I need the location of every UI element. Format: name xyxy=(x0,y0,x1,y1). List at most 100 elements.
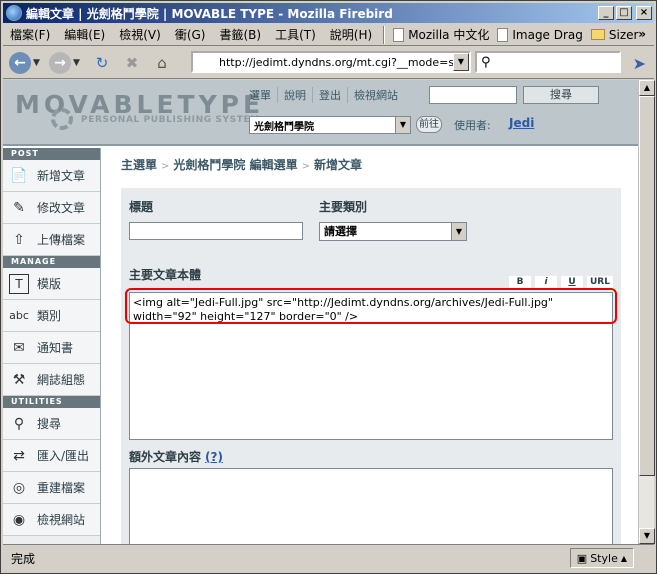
menu-go[interactable]: 衝(G) xyxy=(168,26,213,43)
scroll-down-icon[interactable]: ▼ xyxy=(639,528,655,544)
link-menu[interactable]: 選單 xyxy=(243,87,277,103)
highlight-annotation xyxy=(125,288,617,324)
url-button[interactable]: URL xyxy=(587,276,613,288)
extended-label: 額外文章內容 (?) xyxy=(129,450,223,464)
chevron-up-icon: ▲ xyxy=(620,553,627,563)
back-icon[interactable]: ← xyxy=(9,51,31,74)
sidebar-item-rebuild[interactable]: ◎ 重建檔案 xyxy=(3,472,100,504)
sidebar-item-weblog-config[interactable]: ⚒ 網誌組態 xyxy=(3,364,100,396)
title-label: 標題 xyxy=(129,200,154,214)
blog-select[interactable]: 光劍格鬥學院 ▼ xyxy=(249,116,411,134)
edit-icon: ✎ xyxy=(13,199,25,216)
menu-view[interactable]: 檢視(V) xyxy=(112,26,168,43)
bold-button[interactable]: B xyxy=(509,276,531,288)
status-bar: 完成 ▣ Style ▲ xyxy=(3,544,654,571)
go-button[interactable]: 前往 xyxy=(416,116,442,133)
navigation-toolbar: ← ▼ → ▼ ↻ ✖ ⌂ ▼ ⚲ ➤ xyxy=(3,47,654,79)
title-input[interactable] xyxy=(129,222,303,240)
page-icon xyxy=(497,27,509,42)
sidebar-item-notifications[interactable]: ✉ 通知書 xyxy=(3,332,100,364)
title-bar: 編輯文章 | 光劍格鬥學院 | MOVABLE TYPE - Mozilla F… xyxy=(3,3,654,23)
menu-bookmarks[interactable]: 書籤(B) xyxy=(212,26,268,43)
extended-textarea[interactable] xyxy=(129,468,613,544)
sidebar-section-utilities: UTILITIES xyxy=(3,396,100,408)
minimize-button[interactable]: _ xyxy=(598,6,614,20)
url-bar: ▼ xyxy=(191,51,471,73)
style-switcher[interactable]: ▣ Style ▲ xyxy=(569,548,634,568)
back-dropdown-icon[interactable]: ▼ xyxy=(33,58,43,68)
breadcrumb-current: 新增文章 xyxy=(313,158,362,172)
mail-icon: ✉ xyxy=(13,339,25,356)
category-select[interactable]: 請選擇 ▼ xyxy=(319,222,467,241)
maximize-button[interactable]: □ xyxy=(616,6,632,20)
menu-tools[interactable]: 工具(T) xyxy=(268,26,323,43)
bookmark-mozilla-zh[interactable]: Mozilla 中文化 xyxy=(389,26,493,43)
firebird-icon xyxy=(6,5,22,21)
style-icon: ▣ xyxy=(576,551,588,565)
window-title: 編輯文章 | 光劍格鬥學院 | MOVABLE TYPE - Mozilla F… xyxy=(26,6,393,21)
chevron-down-icon: ▼ xyxy=(451,223,466,240)
user-label: 使用者: xyxy=(454,119,491,132)
extended-help-link[interactable]: (?) xyxy=(205,450,223,464)
forward-dropdown-icon[interactable]: ▼ xyxy=(73,58,83,68)
gear-icon xyxy=(51,108,73,130)
search-bar[interactable]: ⚲ xyxy=(475,51,621,73)
page-icon xyxy=(393,27,405,42)
menu-file[interactable]: 檔案(F) xyxy=(3,26,57,43)
sidebar-section-manage: MANAGE xyxy=(3,256,100,268)
search-go-icon[interactable]: ➤ xyxy=(633,54,646,73)
sidebar-section-post: POST xyxy=(3,148,100,160)
bookmark-image-drag[interactable]: Image Drag xyxy=(493,27,587,42)
import-export-icon: ⇄ xyxy=(13,447,25,464)
rebuild-icon: ◎ xyxy=(12,479,26,496)
link-view-site[interactable]: 檢視網站 xyxy=(347,87,404,103)
search-icon: ⚲ xyxy=(481,54,491,70)
mt-search-input[interactable] xyxy=(429,86,517,104)
link-help[interactable]: 說明 xyxy=(277,87,312,103)
chevron-down-icon: ▼ xyxy=(395,117,410,133)
home-icon[interactable]: ⌂ xyxy=(151,52,173,74)
breadcrumb-blog-menu[interactable]: 光劍格鬥學院 編輯選單 xyxy=(173,158,297,172)
sidebar-item-categories[interactable]: abc 類別 xyxy=(3,300,100,332)
italic-button[interactable]: i xyxy=(535,276,557,288)
scrollbar-thumb[interactable] xyxy=(639,96,655,476)
mt-search-button[interactable]: 搜尋 xyxy=(523,86,599,104)
resize-grip-icon[interactable] xyxy=(642,553,652,563)
scroll-up-icon[interactable]: ▲ xyxy=(639,80,655,96)
breadcrumb-separator: > xyxy=(161,161,170,172)
sidebar-item-import-export[interactable]: ⇄ 匯入/匯出 xyxy=(3,440,100,472)
tools-icon: ⚒ xyxy=(12,371,26,388)
mt-top-links: 選單 說明 登出 檢視網站 xyxy=(243,80,404,110)
upload-icon: ⇧ xyxy=(13,231,25,248)
sidebar-item-new-entry[interactable]: 📄 新增文章 xyxy=(3,160,100,192)
bookmark-sizer[interactable]: Sizer xyxy=(587,28,643,42)
breadcrumb-main-menu[interactable]: 主選單 xyxy=(121,158,157,172)
sidebar-item-upload-file[interactable]: ⇧ 上傳檔案 xyxy=(3,224,100,256)
sidebar-item-search[interactable]: ⚲ 搜尋 xyxy=(3,408,100,440)
stop-icon[interactable]: ✖ xyxy=(121,52,143,74)
menu-separator xyxy=(383,25,386,44)
url-input[interactable] xyxy=(193,53,453,71)
main-content: 主選單 > 光劍格鬥學院 編輯選單 > 新增文章 標題 主要類別 請選擇 ▼ 主要文章本… xyxy=(101,148,638,544)
search-icon: ⚲ xyxy=(13,415,25,432)
sidebar-item-edit-entries[interactable]: ✎ 修改文章 xyxy=(3,192,100,224)
vertical-scrollbar[interactable]: ▲ ▼ xyxy=(638,80,655,544)
user-name-link[interactable]: Jedi xyxy=(509,116,534,130)
page-content: MOVABLETYPE PERSONAL PUBLISHING SYSTEM 選… xyxy=(3,80,638,544)
sidebar-item-templates[interactable]: T 模版 xyxy=(3,268,100,300)
browser-window: 編輯文章 | 光劍格鬥學院 | MOVABLE TYPE - Mozilla F… xyxy=(0,0,657,574)
sidebar: POST 📄 新增文章 ✎ 修改文章 ⇧ 上傳檔案 MANAGE T 模版 abc 類別 … xyxy=(3,148,101,544)
bookmarks-more-chevron[interactable]: » xyxy=(638,27,646,41)
link-logout[interactable]: 登出 xyxy=(312,87,347,103)
status-text: 完成 xyxy=(11,551,36,566)
menu-edit[interactable]: 編輯(E) xyxy=(57,26,112,43)
page-icon: 📄 xyxy=(10,167,28,184)
reload-icon[interactable]: ↻ xyxy=(91,52,113,74)
url-dropdown-icon[interactable]: ▼ xyxy=(453,53,469,71)
folder-icon xyxy=(590,29,605,40)
forward-icon[interactable]: → xyxy=(49,51,71,74)
underline-button[interactable]: U xyxy=(561,276,583,288)
sidebar-item-view-site[interactable]: ◉ 檢視網站 xyxy=(3,504,100,536)
close-button[interactable]: × xyxy=(636,6,652,20)
menu-help[interactable]: 說明(H) xyxy=(323,26,379,43)
